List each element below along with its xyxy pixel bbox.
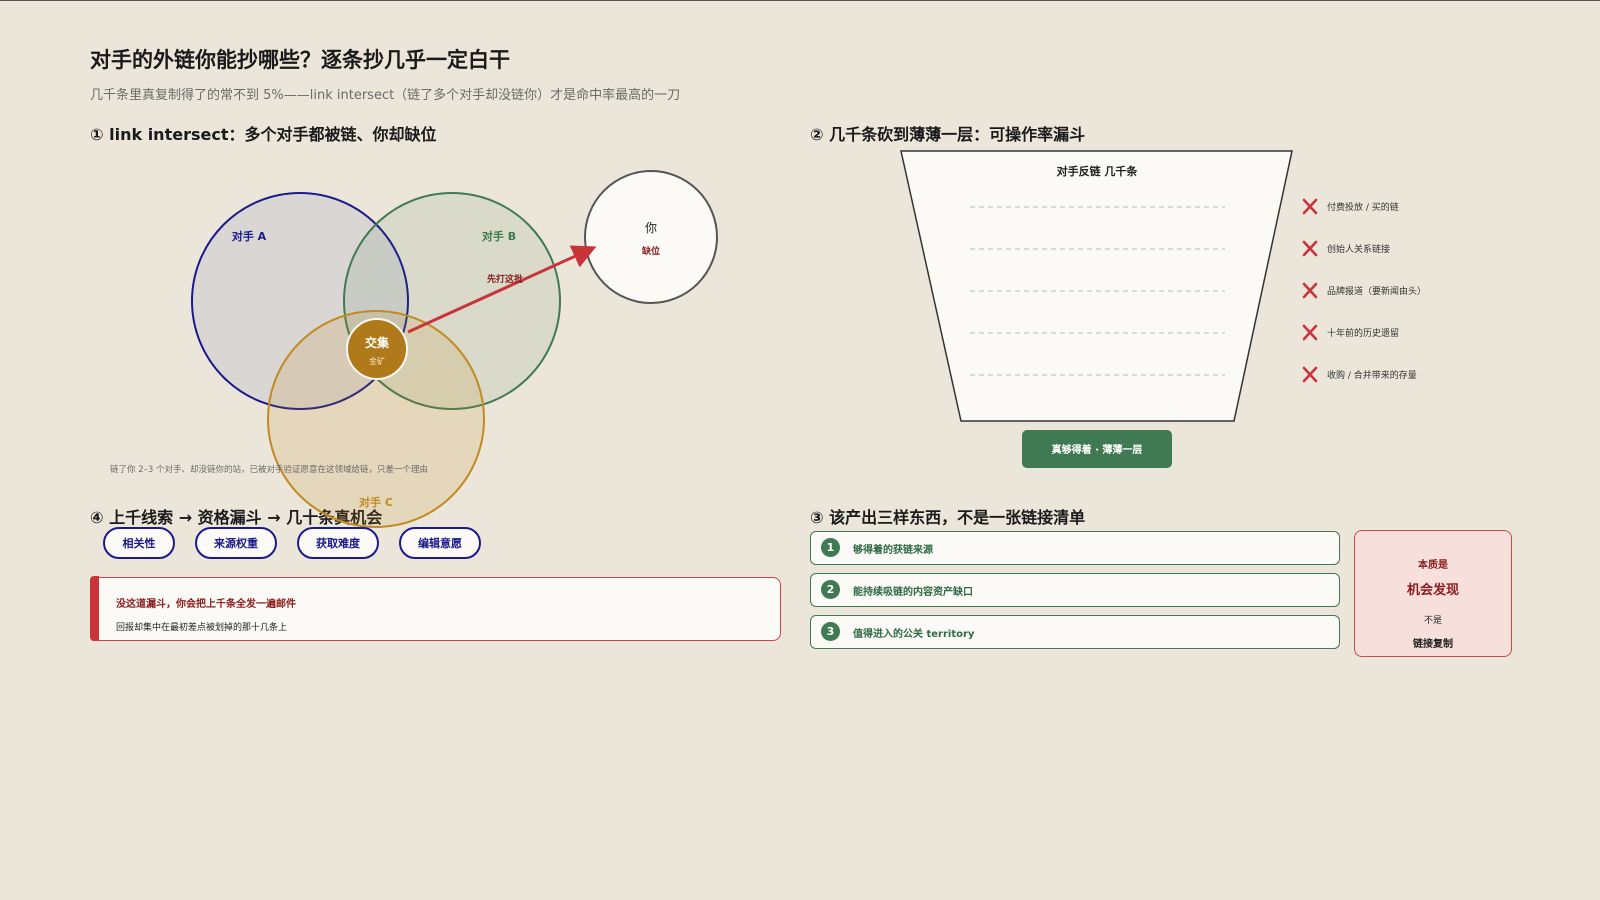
warning-callout: 没这道漏斗，你会把上千条全发一遍邮件 回报却集中在最初差点被划掉的那十几条上 xyxy=(90,576,781,641)
removal-item: 品牌报道（要新闻由头） xyxy=(1327,285,1426,297)
output-label: 值得进入的公关 territory xyxy=(853,629,975,640)
removal-item: 付费投放 / 买的链 xyxy=(1327,201,1399,213)
cross-icon xyxy=(1302,240,1318,257)
output-label: 够得着的获链来源 xyxy=(853,545,933,556)
removal-item: 收购 / 合并带来的存量 xyxy=(1327,369,1417,381)
warning-accent-bar xyxy=(90,576,99,641)
criteria-pill-willingness: 编辑意愿 xyxy=(399,527,481,559)
criteria-pill-difficulty: 获取难度 xyxy=(297,527,379,559)
output-item: 1 够得着的获链来源 xyxy=(810,531,1340,565)
essence-box: 本质是 机会发现 不是 链接复制 xyxy=(1354,530,1512,657)
essence-line-3: 不是 xyxy=(1423,616,1442,626)
removal-item: 十年前的历史遗留 xyxy=(1327,327,1399,339)
output-number: 3 xyxy=(821,622,840,641)
essence-line-4: 链接复制 xyxy=(1413,639,1453,650)
cross-icon xyxy=(1302,366,1318,383)
funnel-result-label: 真够得着 · 薄薄一层 xyxy=(1052,443,1143,456)
output-number: 2 xyxy=(821,580,840,599)
output-item: 3 值得进入的公关 territory xyxy=(810,615,1340,649)
output-label: 能持续吸链的内容资产缺口 xyxy=(853,587,973,598)
criteria-pill-relevance: 相关性 xyxy=(103,527,175,559)
funnel-title: 对手反链 几千条 xyxy=(1057,164,1139,178)
removal-item: 创始人关系链接 xyxy=(1327,243,1390,255)
funnel-diagram: 对手反链 几千条 付费投放 / 买的链 创始人关系链接 品牌报道（要新闻由头） … xyxy=(900,150,1426,468)
funnel-shape xyxy=(900,150,1293,422)
output-number: 1 xyxy=(821,538,840,557)
cross-icon xyxy=(1302,282,1318,299)
essence-line-2: 机会发现 xyxy=(1406,583,1459,598)
cross-icon xyxy=(1302,324,1318,341)
cross-icon xyxy=(1302,198,1318,215)
warning-body: 回报却集中在最初差点被划掉的那十几条上 xyxy=(116,623,288,633)
criteria-pill-authority: 来源权重 xyxy=(195,527,277,559)
output-item: 2 能持续吸链的内容资产缺口 xyxy=(810,573,1340,607)
section-3-title: ③ 该产出三样东西，不是一张链接清单 xyxy=(810,508,1086,527)
warning-title: 没这道漏斗，你会把上千条全发一遍邮件 xyxy=(116,599,296,610)
essence-line-1: 本质是 xyxy=(1418,560,1448,571)
